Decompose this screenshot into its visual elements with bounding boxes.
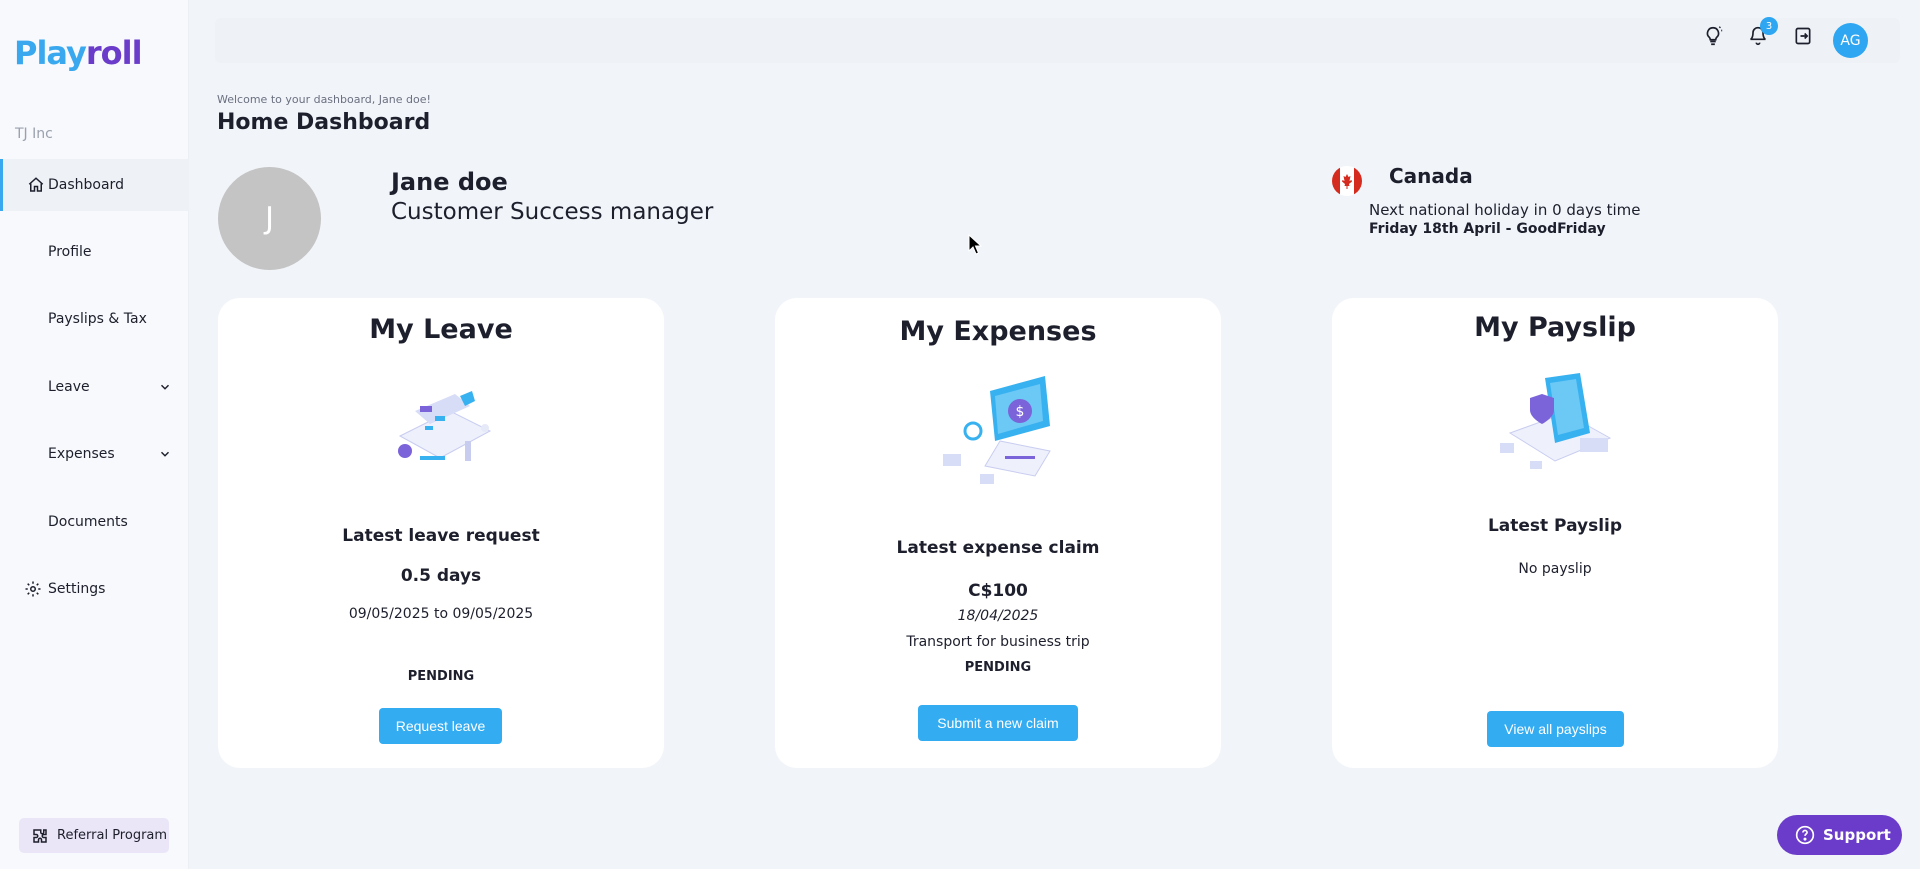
submit-claim-button[interactable]: Submit a new claim	[918, 705, 1078, 741]
payslip-empty-text: No payslip	[1518, 561, 1592, 577]
logout-icon[interactable]	[1791, 24, 1815, 48]
sidebar-item-label: Profile	[48, 244, 92, 260]
svg-text:$: $	[1016, 404, 1025, 420]
chevron-down-icon[interactable]	[158, 380, 172, 394]
profile-role: Customer Success manager	[391, 199, 714, 225]
request-leave-button[interactable]: Request leave	[379, 708, 502, 744]
sidebar-item-label: Documents	[48, 514, 128, 530]
sidebar-item-expenses[interactable]: Expenses	[0, 428, 189, 480]
page-title: Home Dashboard	[217, 110, 431, 135]
profile-avatar: J	[218, 167, 321, 270]
sidebar-item-documents[interactable]: Documents	[0, 496, 189, 548]
leave-amount: 0.5 days	[400, 566, 482, 586]
card-title: My Expenses	[899, 316, 1097, 347]
view-payslips-button[interactable]: View all payslips	[1487, 711, 1624, 747]
expenses-card: My Expenses $ Latest expense claim C$100…	[775, 298, 1221, 768]
next-holiday-text: Next national holiday in 0 days time	[1369, 201, 1641, 219]
puzzle-icon	[33, 828, 47, 843]
card-title: My Payslip	[1474, 312, 1636, 343]
notification-badge: 3	[1760, 17, 1778, 35]
expense-description: Transport for business trip	[906, 634, 1090, 650]
logo-text-roll: roll	[85, 34, 143, 72]
payslip-subtitle: Latest Payslip	[1487, 516, 1623, 536]
logo-text-play: Play	[14, 34, 87, 72]
sidebar-item-label: Leave	[48, 379, 90, 395]
sidebar-item-label: Expenses	[48, 446, 115, 462]
leave-card: My Leave Latest leave request 0.5 days 0…	[218, 298, 664, 768]
sidebar: Playroll TJ Inc Dashboard Profile Paysli…	[0, 0, 189, 869]
canada-flag-icon	[1332, 166, 1362, 196]
expense-date: 18/04/2025	[957, 608, 1039, 624]
help-icon	[1795, 825, 1815, 845]
chevron-down-icon[interactable]	[158, 447, 172, 461]
support-label: Support	[1823, 826, 1891, 844]
welcome-message: Welcome to your dashboard, Jane doe!	[217, 93, 431, 106]
sidebar-item-settings[interactable]: Settings	[0, 563, 189, 615]
top-bar	[215, 18, 1900, 63]
expenses-illustration: $	[943, 376, 1051, 484]
user-avatar[interactable]: AG	[1833, 23, 1868, 58]
leave-status: PENDING	[407, 669, 475, 684]
country-name: Canada	[1389, 164, 1473, 188]
leave-date-range: 09/05/2025 to 09/05/2025	[348, 606, 534, 622]
home-icon	[27, 176, 45, 194]
support-button[interactable]: Support	[1777, 815, 1902, 855]
company-name: TJ Inc	[15, 126, 53, 142]
expense-amount: C$100	[968, 581, 1028, 601]
gear-icon	[24, 580, 42, 598]
mouse-cursor-icon	[968, 234, 983, 255]
card-title: My Leave	[369, 314, 513, 345]
sidebar-item-leave[interactable]: Leave	[0, 361, 189, 413]
lightbulb-icon[interactable]	[1701, 24, 1725, 48]
payslip-card: My Payslip Latest Payslip No payslip Vie…	[1332, 298, 1778, 768]
sidebar-item-dashboard[interactable]: Dashboard	[0, 159, 189, 211]
expense-subtitle: Latest expense claim	[896, 538, 1100, 558]
sidebar-item-payslips-tax[interactable]: Payslips & Tax	[0, 293, 189, 345]
expense-status: PENDING	[964, 660, 1032, 675]
referral-program-label: Referral Program	[57, 828, 168, 843]
sidebar-item-label: Settings	[48, 581, 106, 597]
leave-subtitle: Latest leave request	[342, 526, 540, 546]
app-logo[interactable]: Playroll	[14, 34, 143, 72]
sidebar-item-profile[interactable]: Profile	[0, 226, 189, 278]
sidebar-item-label: Dashboard	[48, 177, 124, 193]
next-holiday-date: Friday 18th April - GoodFriday	[1369, 221, 1606, 237]
profile-name: Jane doe	[391, 168, 508, 196]
leave-illustration	[398, 391, 492, 461]
payslip-illustration	[1500, 373, 1612, 469]
referral-program-button[interactable]: Referral Program	[19, 818, 169, 853]
sidebar-item-label: Payslips & Tax	[48, 311, 147, 327]
